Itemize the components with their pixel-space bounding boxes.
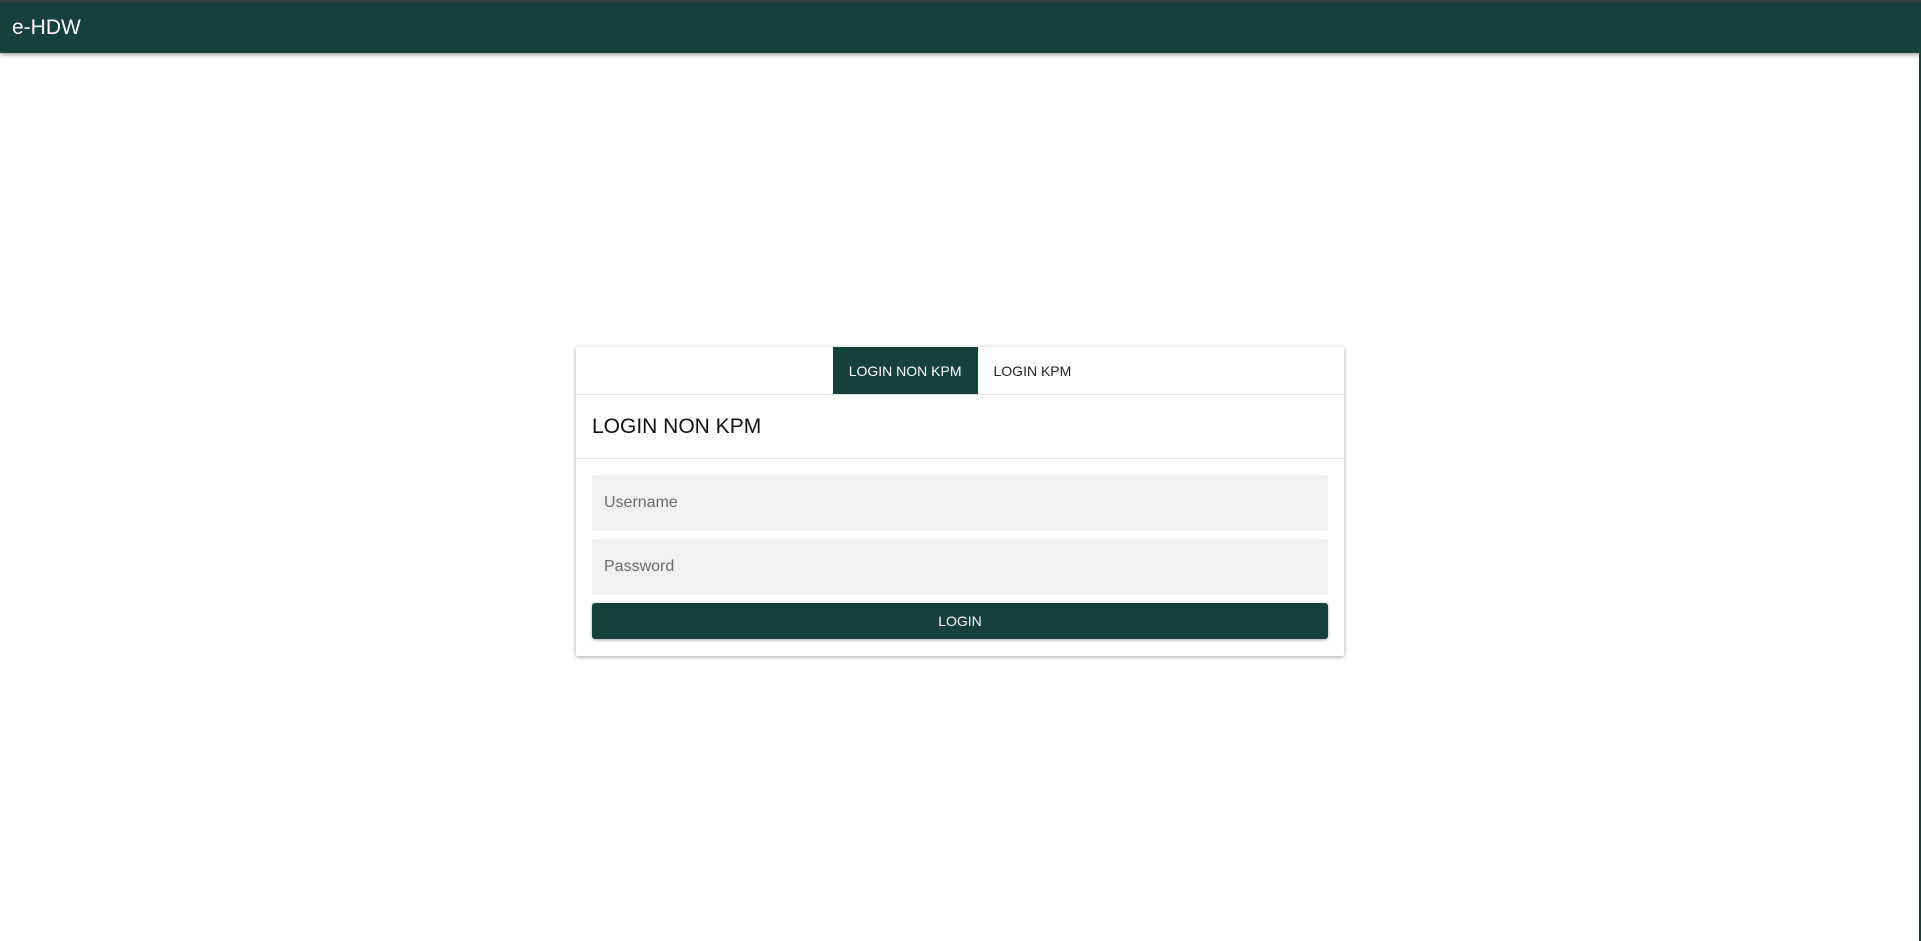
app-title: e-HDW — [12, 15, 81, 39]
login-tabs: LOGIN NON KPM LOGIN KPM — [576, 347, 1344, 395]
login-button[interactable]: LOGIN — [592, 603, 1328, 639]
password-input[interactable] — [592, 539, 1328, 595]
top-app-bar: e-HDW — [0, 0, 1921, 53]
card-title: LOGIN NON KPM — [576, 395, 1344, 459]
login-form: LOGIN — [576, 459, 1344, 639]
username-input[interactable] — [592, 475, 1328, 531]
tab-login-non-kpm[interactable]: LOGIN NON KPM — [832, 347, 978, 394]
tab-login-kpm[interactable]: LOGIN KPM — [978, 347, 1088, 394]
login-card: LOGIN NON KPM LOGIN KPM LOGIN NON KPM LO… — [576, 347, 1344, 656]
